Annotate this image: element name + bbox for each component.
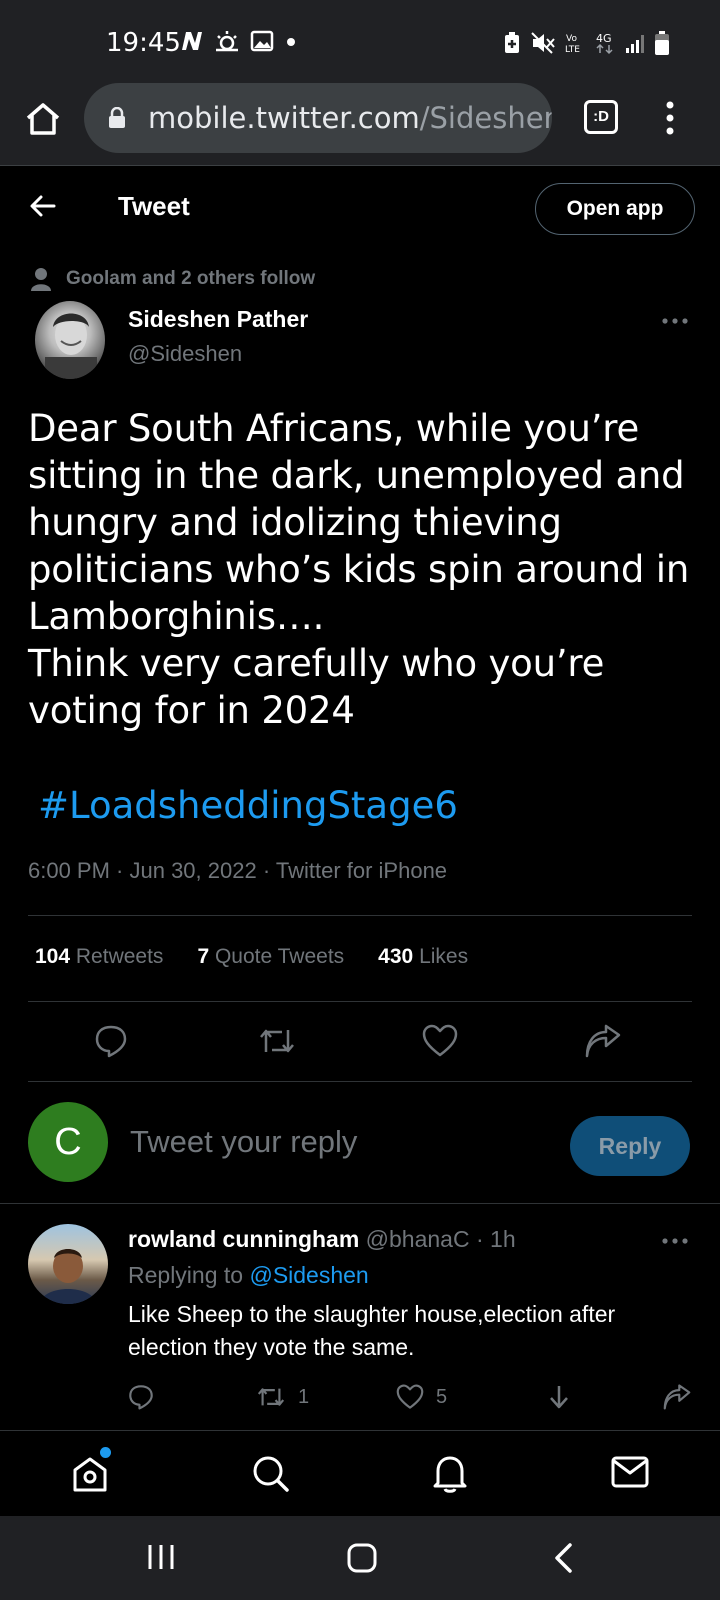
- weather-icon: [214, 30, 240, 52]
- reply-retweet-button[interactable]: 1: [256, 1384, 309, 1410]
- replying-to-link[interactable]: @Sideshen: [249, 1262, 368, 1288]
- reply-input[interactable]: Tweet your reply: [130, 1124, 357, 1160]
- dot-icon: [284, 30, 298, 52]
- search-nav-icon[interactable]: [252, 1455, 290, 1493]
- messages-nav-icon[interactable]: [611, 1455, 649, 1489]
- svg-text:Vo: Vo: [566, 34, 577, 44]
- n-icon: [180, 30, 204, 52]
- open-app-button[interactable]: Open app: [535, 183, 695, 235]
- social-context-text: Goolam and 2 others follow: [66, 268, 316, 289]
- divider: [28, 1001, 692, 1002]
- status-left-icons: [180, 30, 298, 52]
- person-icon: [30, 266, 52, 292]
- status-time: 19:45: [106, 28, 181, 58]
- author-name[interactable]: Sideshen Pather: [128, 306, 308, 333]
- author-handle[interactable]: @Sideshen: [128, 341, 242, 367]
- svg-text:LTE: LTE: [565, 45, 580, 55]
- reply-text: Like Sheep to the slaughter house,electi…: [128, 1301, 616, 1360]
- battery-saver-icon: [502, 31, 522, 55]
- retweet-icon: [257, 1388, 285, 1406]
- tweet-actions: [28, 1020, 692, 1070]
- browser-toolbar: mobile.twitter.com/Sideshen :D: [0, 80, 720, 166]
- tweet-stats: 104 Retweets 7 Quote Tweets 430 Likes: [35, 945, 468, 969]
- reply-time: · 1h: [475, 1226, 516, 1252]
- reply-reply-icon[interactable]: [128, 1384, 154, 1410]
- home-button-icon[interactable]: [346, 1542, 378, 1574]
- reply-like-count: 5: [436, 1385, 448, 1408]
- reply-share-icon[interactable]: [662, 1384, 692, 1410]
- divider: [0, 1203, 720, 1204]
- notifications-nav-icon[interactable]: [432, 1455, 468, 1493]
- home-icon[interactable]: [24, 100, 62, 138]
- android-navigation-bar: [0, 1516, 720, 1600]
- author-avatar[interactable]: [35, 301, 105, 379]
- lock-icon: [108, 107, 126, 129]
- reply-author-name[interactable]: rowland cunningham: [128, 1226, 359, 1252]
- svg-text:4G: 4G: [596, 32, 612, 45]
- battery-icon: [654, 30, 670, 56]
- tweet-header: Tweet Open app: [0, 167, 720, 249]
- reply-more-options-icon[interactable]: [662, 1236, 688, 1246]
- tweet-text-line: Dear South Africans, while you’re sittin…: [28, 407, 690, 638]
- tweet-text: Dear South Africans, while you’re sittin…: [28, 405, 698, 734]
- reply-like-button[interactable]: 5: [396, 1384, 447, 1410]
- retweets-stat[interactable]: 104 Retweets: [35, 945, 163, 969]
- downvote-icon[interactable]: [548, 1384, 570, 1410]
- share-icon[interactable]: [584, 1024, 622, 1058]
- recent-apps-icon[interactable]: [146, 1542, 176, 1572]
- like-icon: [396, 1384, 424, 1409]
- gallery-icon: [250, 30, 274, 52]
- bottom-navigation: [0, 1430, 720, 1516]
- divider: [28, 1081, 692, 1082]
- tab-switcher-button[interactable]: :D: [584, 100, 618, 134]
- more-options-icon[interactable]: [662, 316, 688, 326]
- back-button-icon[interactable]: [552, 1542, 576, 1574]
- likes-stat[interactable]: 430 Likes: [378, 945, 468, 969]
- retweet-icon[interactable]: [258, 1024, 296, 1058]
- hashtag-link[interactable]: #LoadsheddingStage6: [38, 784, 458, 827]
- replying-to: Replying to @Sideshen: [128, 1262, 369, 1288]
- menu-dots-icon[interactable]: [660, 100, 680, 136]
- reply-author-handle[interactable]: @bhanaC: [366, 1226, 470, 1252]
- reply-retweet-count: 1: [298, 1385, 310, 1408]
- quotes-stat[interactable]: 7 Quote Tweets: [197, 945, 344, 969]
- tweet-meta: 6:00 PM · Jun 30, 2022 · Twitter for iPh…: [28, 858, 448, 883]
- status-right-icons: Vo LTE 4G: [502, 30, 670, 56]
- status-bar: 19:45 Vo LTE 4G: [0, 0, 720, 80]
- url-text: mobile.twitter.com/Sideshen: [148, 101, 552, 135]
- home-nav-icon[interactable]: [72, 1455, 108, 1493]
- divider: [28, 915, 692, 916]
- user-avatar[interactable]: C: [28, 1102, 108, 1182]
- reply-icon[interactable]: [94, 1024, 128, 1058]
- reply-button[interactable]: Reply: [570, 1116, 690, 1176]
- back-arrow-icon[interactable]: [28, 191, 58, 221]
- social-context: Goolam and 2 others follow: [30, 266, 315, 292]
- mute-icon: [530, 31, 556, 55]
- 4g-icon: 4G: [594, 31, 616, 55]
- tweet-text-line: Think very carefully who you’re voting f…: [28, 642, 605, 732]
- reply-actions: 1 5: [128, 1384, 700, 1424]
- reply-header: rowland cunningham @bhanaC · 1h: [128, 1226, 516, 1253]
- reply-author-avatar[interactable]: [28, 1224, 108, 1304]
- home-notification-dot: [100, 1447, 111, 1458]
- like-icon[interactable]: [422, 1024, 458, 1058]
- url-bar[interactable]: mobile.twitter.com/Sideshen: [84, 83, 552, 153]
- page-title: Tweet: [118, 191, 190, 221]
- signal-icon: [624, 31, 646, 55]
- volte-icon: Vo LTE: [564, 31, 586, 55]
